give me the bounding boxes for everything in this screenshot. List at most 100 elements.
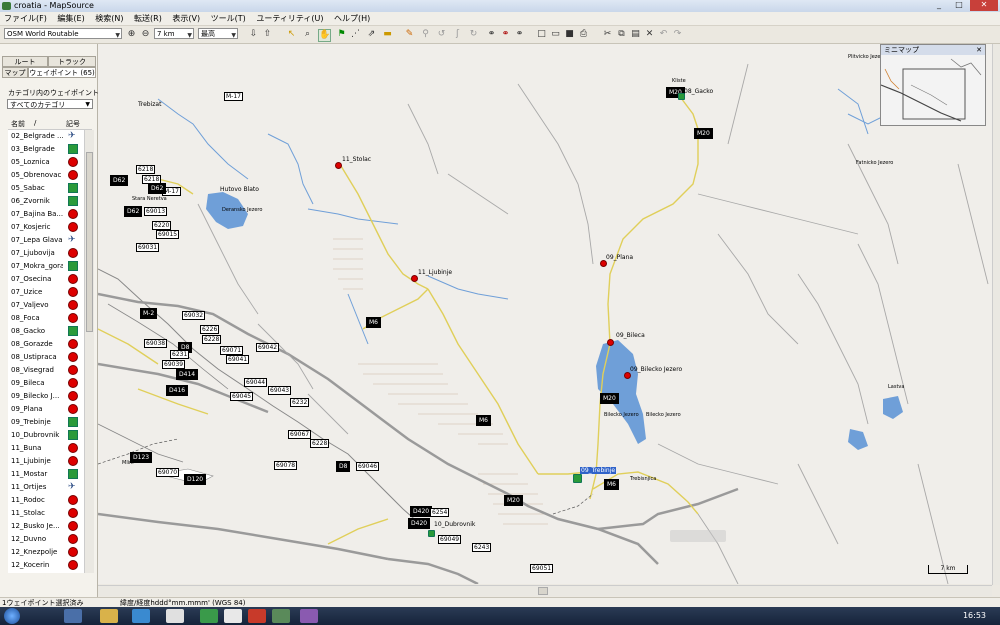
- tool-c-icon[interactable]: ʃ: [452, 29, 463, 40]
- list-item[interactable]: 05_Loznica: [8, 156, 84, 168]
- paste-icon[interactable]: ▤: [630, 29, 641, 40]
- gps-send-icon[interactable]: ⇧: [262, 29, 273, 40]
- track-tool-icon[interactable]: ⇗: [366, 29, 377, 40]
- taskbar-app-acrobat[interactable]: [248, 609, 266, 623]
- waypoint-pin[interactable]: [411, 275, 418, 282]
- waypoint-pin[interactable]: [600, 260, 607, 267]
- map-vertical-scrollbar[interactable]: [992, 44, 1000, 585]
- measure-tool-icon[interactable]: ▬: [382, 29, 393, 40]
- list-item[interactable]: 09_Bilecko J...: [8, 390, 84, 402]
- menu-find[interactable]: 検索(N): [91, 12, 127, 25]
- list-item[interactable]: 11_Stolac: [8, 507, 84, 519]
- minimize-button[interactable]: _: [930, 0, 948, 11]
- list-item[interactable]: 07_Valjevo: [8, 299, 84, 311]
- flag-icon[interactable]: [428, 530, 435, 537]
- map-canvas[interactable]: M-17 M-17 D62 D62 6218 6218 D62 69013 62…: [98, 44, 992, 584]
- list-item[interactable]: 08_Visegrad: [8, 364, 84, 376]
- list-item[interactable]: 11_Ljubinje: [8, 455, 84, 467]
- zoom-tool-icon[interactable]: ⌕: [302, 29, 313, 40]
- new-file-icon[interactable]: □: [536, 29, 547, 40]
- tool-d-icon[interactable]: ↻: [468, 29, 479, 40]
- flag-icon[interactable]: [678, 93, 685, 100]
- list-item[interactable]: 11_Ortijes ✈: [8, 481, 84, 493]
- list-item[interactable]: 07_Kosjeric: [8, 221, 84, 233]
- waypoint-pin[interactable]: [335, 162, 342, 169]
- menu-help[interactable]: ヘルプ(H): [330, 12, 374, 25]
- redo-icon[interactable]: ↷: [672, 29, 683, 40]
- delete-icon[interactable]: ✕: [644, 29, 655, 40]
- zoom-select[interactable]: 7 km ▼: [154, 28, 194, 39]
- list-item[interactable]: 05_Sabac: [8, 182, 84, 194]
- list-item[interactable]: 11_Buna: [8, 442, 84, 454]
- list-item[interactable]: 12_Kocerin: [8, 559, 84, 571]
- hand-tool-icon[interactable]: ✋: [318, 29, 331, 42]
- menu-utilities[interactable]: ユーティリティ(U): [252, 12, 327, 25]
- find-place-icon[interactable]: ⚭: [500, 29, 511, 40]
- taskbar-app-media[interactable]: [132, 609, 150, 623]
- waypoint-pin[interactable]: [624, 372, 631, 379]
- list-item[interactable]: 12_Knezpolje: [8, 546, 84, 558]
- taskbar-app-white[interactable]: [224, 609, 242, 623]
- scroll-thumb[interactable]: [538, 587, 548, 595]
- column-symbol[interactable]: 記号: [66, 119, 80, 129]
- list-item[interactable]: 07_Uzice: [8, 286, 84, 298]
- menu-transfer[interactable]: 転送(R): [130, 12, 166, 25]
- copy-icon[interactable]: ⧉: [616, 29, 627, 40]
- list-item[interactable]: 10_Dubrovnik: [8, 429, 84, 441]
- list-item[interactable]: 07_Lepa Glava ✈: [8, 234, 84, 246]
- taskbar-app-docs[interactable]: [166, 609, 184, 623]
- close-icon[interactable]: ✕: [976, 45, 982, 55]
- menu-file[interactable]: ファイル(F): [0, 12, 51, 25]
- list-item[interactable]: 08_Foca: [8, 312, 84, 324]
- route-tool-icon[interactable]: ⋰: [350, 29, 361, 40]
- tool-b-icon[interactable]: ↺: [436, 29, 447, 40]
- category-select[interactable]: すべてのカテゴリ ▼: [7, 99, 93, 109]
- save-icon[interactable]: ■: [564, 29, 575, 40]
- zoom-out-icon[interactable]: ⊖: [140, 29, 151, 40]
- minimap-panel[interactable]: ミニマップ ✕: [880, 44, 986, 126]
- list-item[interactable]: 07_Mokra_gora: [8, 260, 84, 272]
- close-button[interactable]: ✕: [970, 0, 998, 11]
- tab-routes[interactable]: ルート: [2, 56, 48, 67]
- open-file-icon[interactable]: ▭: [550, 29, 561, 40]
- detail-select[interactable]: 最高 ▼: [198, 28, 238, 39]
- list-item[interactable]: 11_Mostar: [8, 468, 84, 480]
- taskbar-app-mapsource[interactable]: [272, 609, 290, 623]
- list-item[interactable]: 11_Rodoc: [8, 494, 84, 506]
- list-item[interactable]: 08_Ustipraca: [8, 351, 84, 363]
- zoom-in-icon[interactable]: ⊕: [126, 29, 137, 40]
- waypoint-label-selected[interactable]: 09_Trebinje: [580, 467, 617, 474]
- find-nearby-icon[interactable]: ⚭: [514, 29, 525, 40]
- taskbar-app-explorer[interactable]: [100, 609, 118, 623]
- map-horizontal-scrollbar[interactable]: [98, 585, 992, 596]
- waypoint-tool-icon[interactable]: ⚑: [336, 29, 347, 40]
- cut-icon[interactable]: ✂: [602, 29, 613, 40]
- maximize-button[interactable]: □: [950, 0, 968, 11]
- list-item[interactable]: 06_Zvornik: [8, 195, 84, 207]
- menu-edit[interactable]: 編集(E): [53, 12, 88, 25]
- flag-icon[interactable]: [573, 474, 582, 483]
- tab-tracks[interactable]: トラック: [48, 56, 96, 67]
- menu-view[interactable]: 表示(V): [168, 12, 204, 25]
- list-item[interactable]: 09_Bileca: [8, 377, 84, 389]
- list-item[interactable]: 05_Obrenovac: [8, 169, 84, 181]
- waypoint-pin[interactable]: [607, 339, 614, 346]
- tab-maps[interactable]: マップ: [2, 67, 28, 78]
- list-item[interactable]: 07_Ljubovija: [8, 247, 84, 259]
- list-item[interactable]: 12_Duvno: [8, 533, 84, 545]
- scroll-thumb[interactable]: [86, 152, 93, 332]
- taskbar-app-green[interactable]: [200, 609, 218, 623]
- tool-a-icon[interactable]: ⚲: [420, 29, 431, 40]
- list-item[interactable]: 08_Gorazde: [8, 338, 84, 350]
- list-item[interactable]: 07_Osecina: [8, 273, 84, 285]
- taskbar-app-ie[interactable]: [64, 609, 82, 623]
- map-product-select[interactable]: OSM World Routable ▼: [4, 28, 122, 39]
- tab-waypoints[interactable]: ウェイポイント (65): [28, 67, 96, 78]
- list-item[interactable]: 07_Bajina Ba...: [8, 208, 84, 220]
- column-name[interactable]: 名前: [11, 119, 25, 129]
- gps-receive-icon[interactable]: ⇩: [248, 29, 259, 40]
- list-item[interactable]: 09_Plana: [8, 403, 84, 415]
- find-icon[interactable]: ⚭: [486, 29, 497, 40]
- list-item[interactable]: 12_Busko Je...: [8, 520, 84, 532]
- list-item[interactable]: 03_Belgrade: [8, 143, 84, 155]
